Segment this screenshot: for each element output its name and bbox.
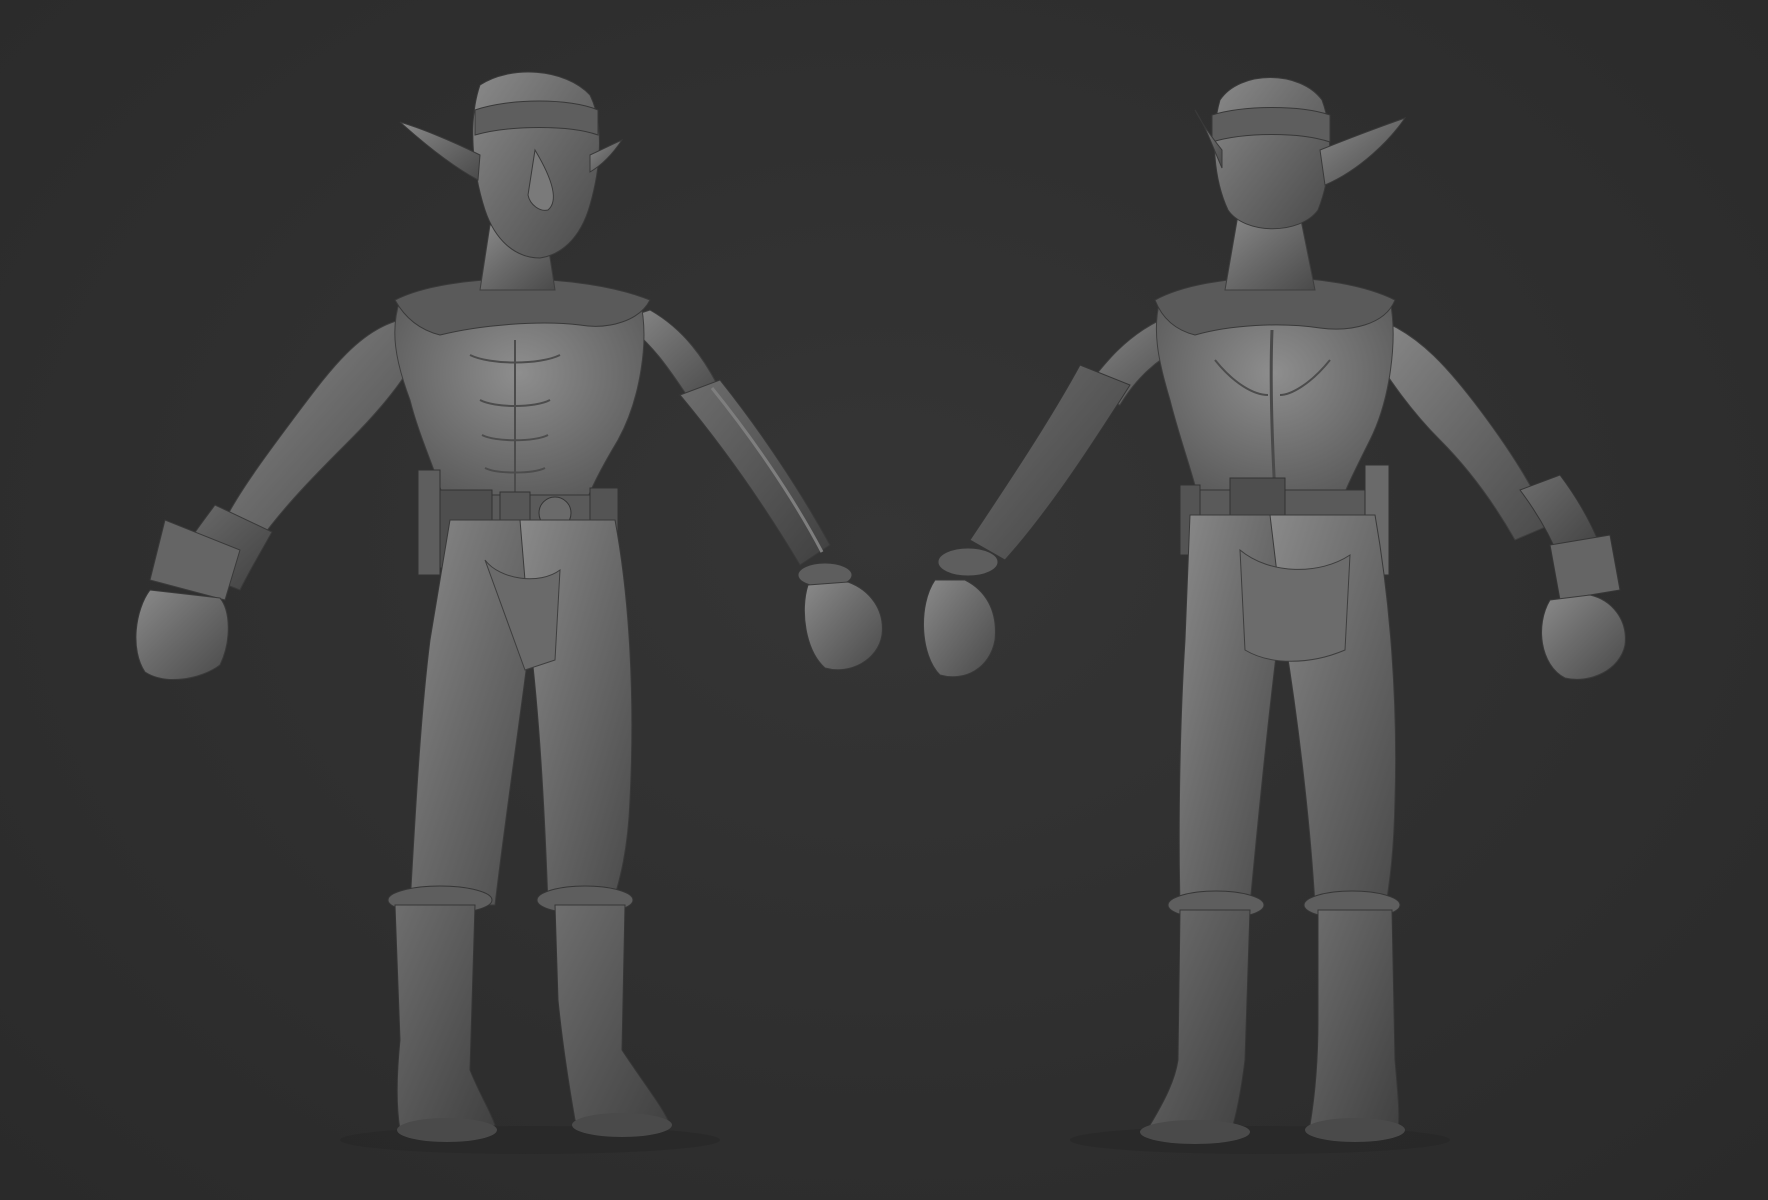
front-right-boot	[554, 904, 671, 1135]
sculpt-viewport	[0, 0, 1768, 1200]
back-right-boot-sole	[1305, 1118, 1405, 1142]
front-left-boot-sole	[397, 1118, 497, 1142]
back-left-boot	[1149, 909, 1251, 1141]
front-left-ear	[399, 121, 481, 181]
front-left-fist	[135, 589, 229, 680]
goblin-front-view-figure	[135, 71, 883, 1154]
front-left-boot	[394, 904, 496, 1138]
back-right-upper-arm	[1369, 319, 1551, 541]
back-right-fist	[1541, 594, 1626, 680]
goblin-back-view-figure	[923, 77, 1626, 1154]
front-right-bracer	[679, 379, 831, 566]
back-left-wrist-ring	[937, 547, 999, 577]
sculpt-render	[135, 71, 1626, 1154]
front-belt-knife-sheath	[417, 469, 441, 576]
back-right-ear	[1319, 117, 1407, 186]
back-left-fist	[923, 579, 996, 678]
back-left-bracer	[969, 364, 1131, 561]
back-left-boot-sole	[1140, 1120, 1250, 1144]
front-right-fist	[803, 581, 883, 671]
front-right-boot-sole	[572, 1113, 672, 1137]
front-left-upper-arm	[224, 319, 421, 541]
front-right-pant-leg	[519, 519, 633, 906]
back-head	[1213, 77, 1331, 230]
back-right-boot	[1309, 909, 1400, 1138]
back-right-wrist-cuff	[1549, 534, 1621, 601]
